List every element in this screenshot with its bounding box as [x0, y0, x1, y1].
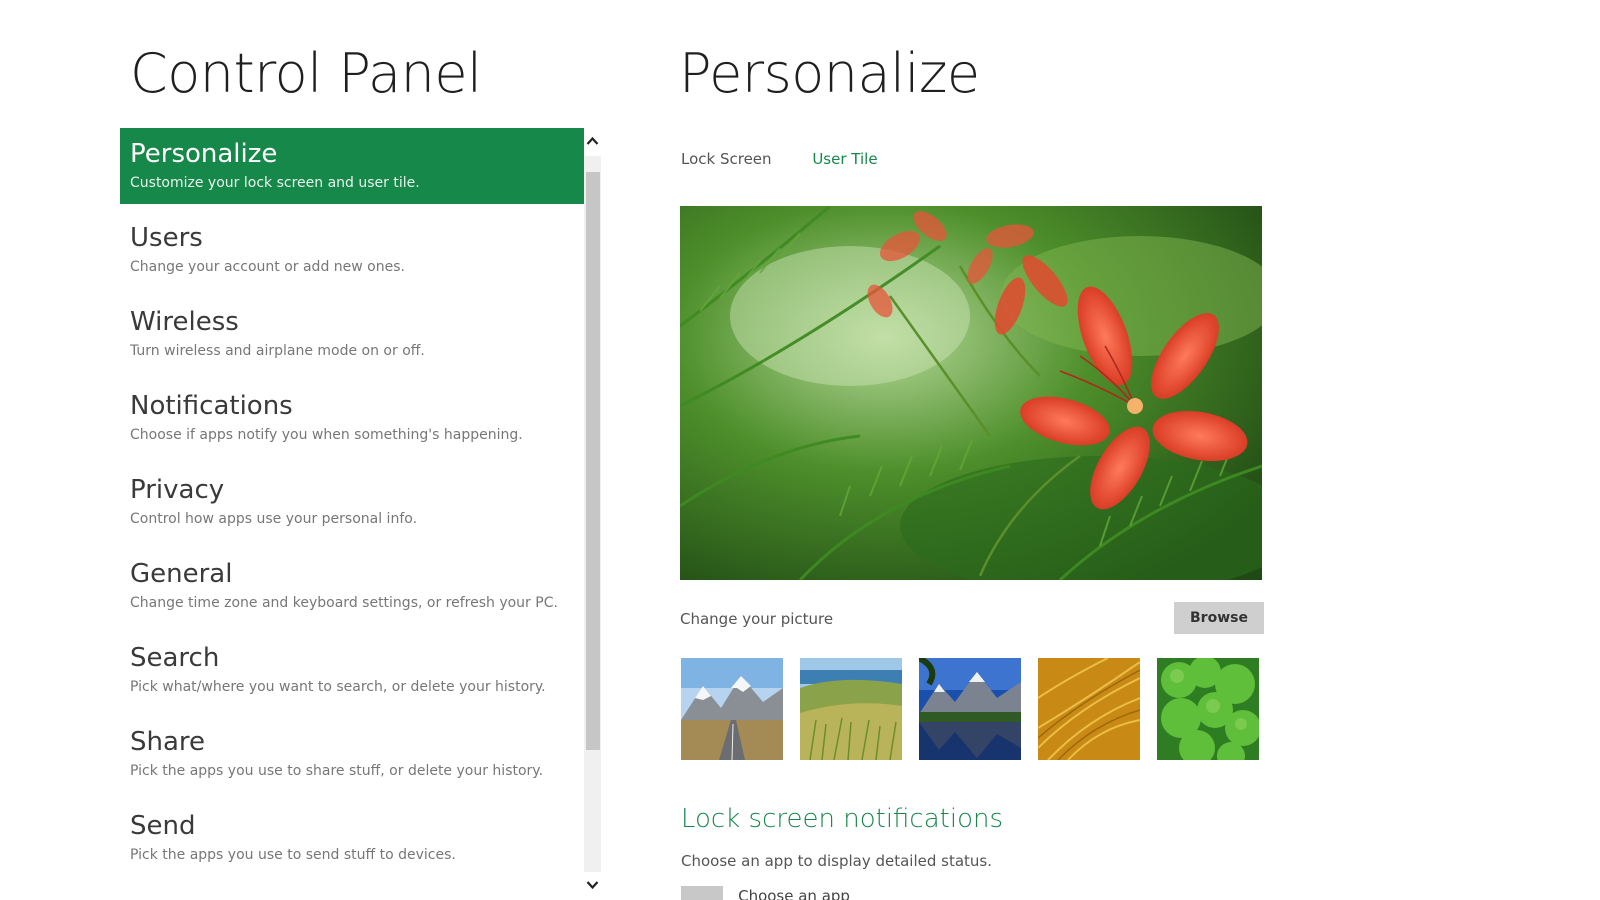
settings-list: Personalize Customize your lock screen a… [120, 128, 584, 900]
clover-image [1157, 658, 1259, 760]
sidebar-item-description: Pick what/where you want to search, or d… [130, 679, 546, 695]
lock-screen-notifications-description: Choose an app to display detailed status… [681, 852, 993, 870]
sidebar-item-description: Change time zone and keyboard settings, … [130, 595, 558, 611]
sidebar-item-notifications[interactable]: Notifications Choose if apps notify you … [120, 380, 584, 456]
sidebar-item-label: Share [130, 727, 206, 757]
sidebar-item-wireless[interactable]: Wireless Turn wireless and airplane mode… [120, 296, 584, 372]
tab-user-tile[interactable]: User Tile [812, 150, 877, 168]
picture-thumbnails [681, 658, 1276, 760]
sidebar-item-send[interactable]: Send Pick the apps you use to send stuff… [120, 800, 584, 876]
scroll-down-button[interactable] [584, 872, 601, 900]
thumbnail-mountain-lake[interactable] [919, 658, 1021, 760]
sidebar-item-share[interactable]: Share Pick the apps you use to share stu… [120, 716, 584, 792]
choose-app-label: Choose an app [738, 887, 850, 900]
thumbnail-golden-grass[interactable] [1038, 658, 1140, 760]
chevron-up-icon [586, 136, 599, 145]
sidebar-item-label: General [130, 559, 233, 589]
sidebar-item-label: Wireless [130, 307, 239, 337]
control-panel-page: Control Panel Personalize Personalize Cu… [0, 0, 1600, 900]
sidebar-item-general[interactable]: General Change time zone and keyboard se… [120, 548, 584, 624]
tab-lock-screen[interactable]: Lock Screen [681, 150, 772, 168]
browse-button[interactable]: Browse [1174, 602, 1264, 634]
thumbnail-clover[interactable] [1157, 658, 1259, 760]
change-picture-label: Change your picture [680, 610, 834, 628]
thumbnail-mountain-road[interactable] [681, 658, 783, 760]
sidebar-item-label: Privacy [130, 475, 225, 505]
flower-photo [680, 206, 1262, 580]
sidebar-item-label: Users [130, 223, 203, 253]
scroll-up-button[interactable] [584, 128, 601, 156]
control-panel-title: Control Panel [130, 42, 482, 105]
scroll-thumb[interactable] [586, 172, 600, 750]
sidebar-item-description: Change your account or add new ones. [130, 259, 405, 275]
mountain-lake-image [919, 658, 1021, 760]
sidebar-item-description: Turn wireless and airplane mode on or of… [130, 343, 425, 359]
lock-screen-notifications-heading: Lock screen notifications [681, 804, 1004, 834]
sidebar-item-description: Control how apps use your personal info. [130, 511, 418, 527]
mountain-road-image [681, 658, 783, 760]
golden-grass-image [1038, 658, 1140, 760]
sidebar-item-description: Choose if apps notify you when something… [130, 427, 523, 443]
sidebar-item-search[interactable]: Search Pick what/where you want to searc… [120, 632, 584, 708]
sidebar-item-privacy[interactable]: Privacy Control how apps use your person… [120, 464, 584, 540]
sidebar-item-description: Pick the apps you use to send stuff to d… [130, 847, 456, 863]
sidebar-item-description: Customize your lock screen and user tile… [130, 175, 420, 191]
chevron-down-icon [586, 881, 599, 890]
sidebar-item-label: Send [130, 811, 196, 841]
personalize-title: Personalize [679, 42, 980, 105]
sidebar-item-label: Personalize [130, 139, 278, 169]
choose-app-tile[interactable] [681, 886, 723, 900]
sidebar-item-label: Notifications [130, 391, 293, 421]
choose-app-row[interactable]: Choose an app [681, 886, 850, 900]
sidebar-item-label: Search [130, 643, 220, 673]
sidebar-item-users[interactable]: Users Change your account or add new one… [120, 212, 584, 288]
list-scrollbar[interactable] [584, 128, 601, 900]
sidebar-item-personalize[interactable]: Personalize Customize your lock screen a… [120, 128, 584, 204]
personalize-tabs: Lock Screen User Tile [681, 150, 914, 168]
grassy-hills-image [800, 658, 902, 760]
thumbnail-grassy-hills[interactable] [800, 658, 902, 760]
current-user-picture [680, 206, 1262, 580]
sidebar-item-description: Pick the apps you use to share stuff, or… [130, 763, 544, 779]
